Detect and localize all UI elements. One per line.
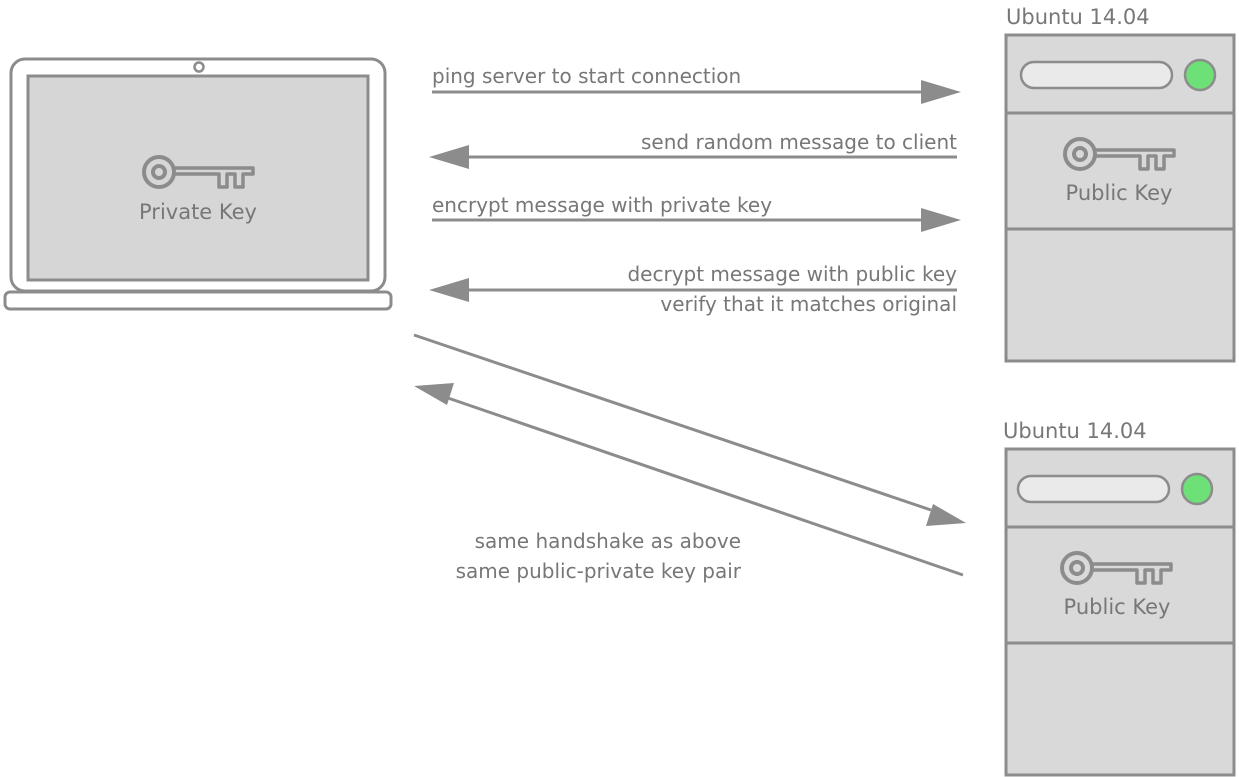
server-1: Ubuntu 14.04 Public Key — [1004, 5, 1236, 363]
second-connection: same handshake as above same public-priv… — [413, 333, 966, 583]
status-light-icon — [1180, 472, 1214, 506]
laptop-base — [3, 290, 393, 311]
handshake-step-3-label: encrypt message with private key — [432, 193, 772, 217]
handshake-step-4-label: decrypt message with public key — [627, 262, 957, 286]
arrow-head-left-icon — [429, 278, 469, 302]
server-2-drive-slot — [1016, 474, 1171, 504]
handshake-step-4-sublabel: verify that it matches original — [660, 292, 957, 316]
handshake-step-2: send random message to client — [429, 130, 957, 169]
diagonal-arrow-to-server-line — [413, 333, 932, 512]
status-light-icon — [1183, 58, 1217, 92]
server-2-os-label: Ubuntu 14.04 — [1003, 419, 1147, 443]
private-key-label: Private Key — [139, 200, 257, 224]
server-2: Ubuntu 14.04 Public Key — [1003, 419, 1236, 777]
laptop-screen — [26, 74, 370, 282]
handshake-step-4: decrypt message with public key verify t… — [429, 262, 957, 316]
second-connection-line-2: same public-private key pair — [456, 559, 742, 583]
arrow-head-right-icon — [921, 208, 961, 232]
arrow-head-diagonal-left-icon — [414, 383, 454, 405]
handshake-step-1: ping server to start connection — [432, 64, 961, 104]
ssh-key-diagram: Private Key Ubuntu 14.04 Public Key Ubun… — [3, 5, 1236, 777]
handshake-step-3: encrypt message with private key — [432, 193, 961, 232]
arrow-head-right-icon — [921, 80, 961, 104]
arrow-head-left-icon — [429, 145, 469, 169]
server-1-os-label: Ubuntu 14.04 — [1006, 5, 1150, 29]
laptop-camera-icon — [193, 61, 205, 73]
handshake-step-1-label: ping server to start connection — [432, 64, 741, 88]
laptop-icon: Private Key — [3, 57, 393, 311]
handshake-step-2-label: send random message to client — [641, 130, 957, 154]
server-2-key-label: Public Key — [1064, 595, 1171, 619]
server-1-key-label: Public Key — [1066, 181, 1173, 205]
second-connection-line-1: same handshake as above — [475, 529, 741, 553]
arrow-head-diagonal-right-icon — [926, 504, 966, 526]
server-1-drive-slot — [1019, 60, 1174, 90]
